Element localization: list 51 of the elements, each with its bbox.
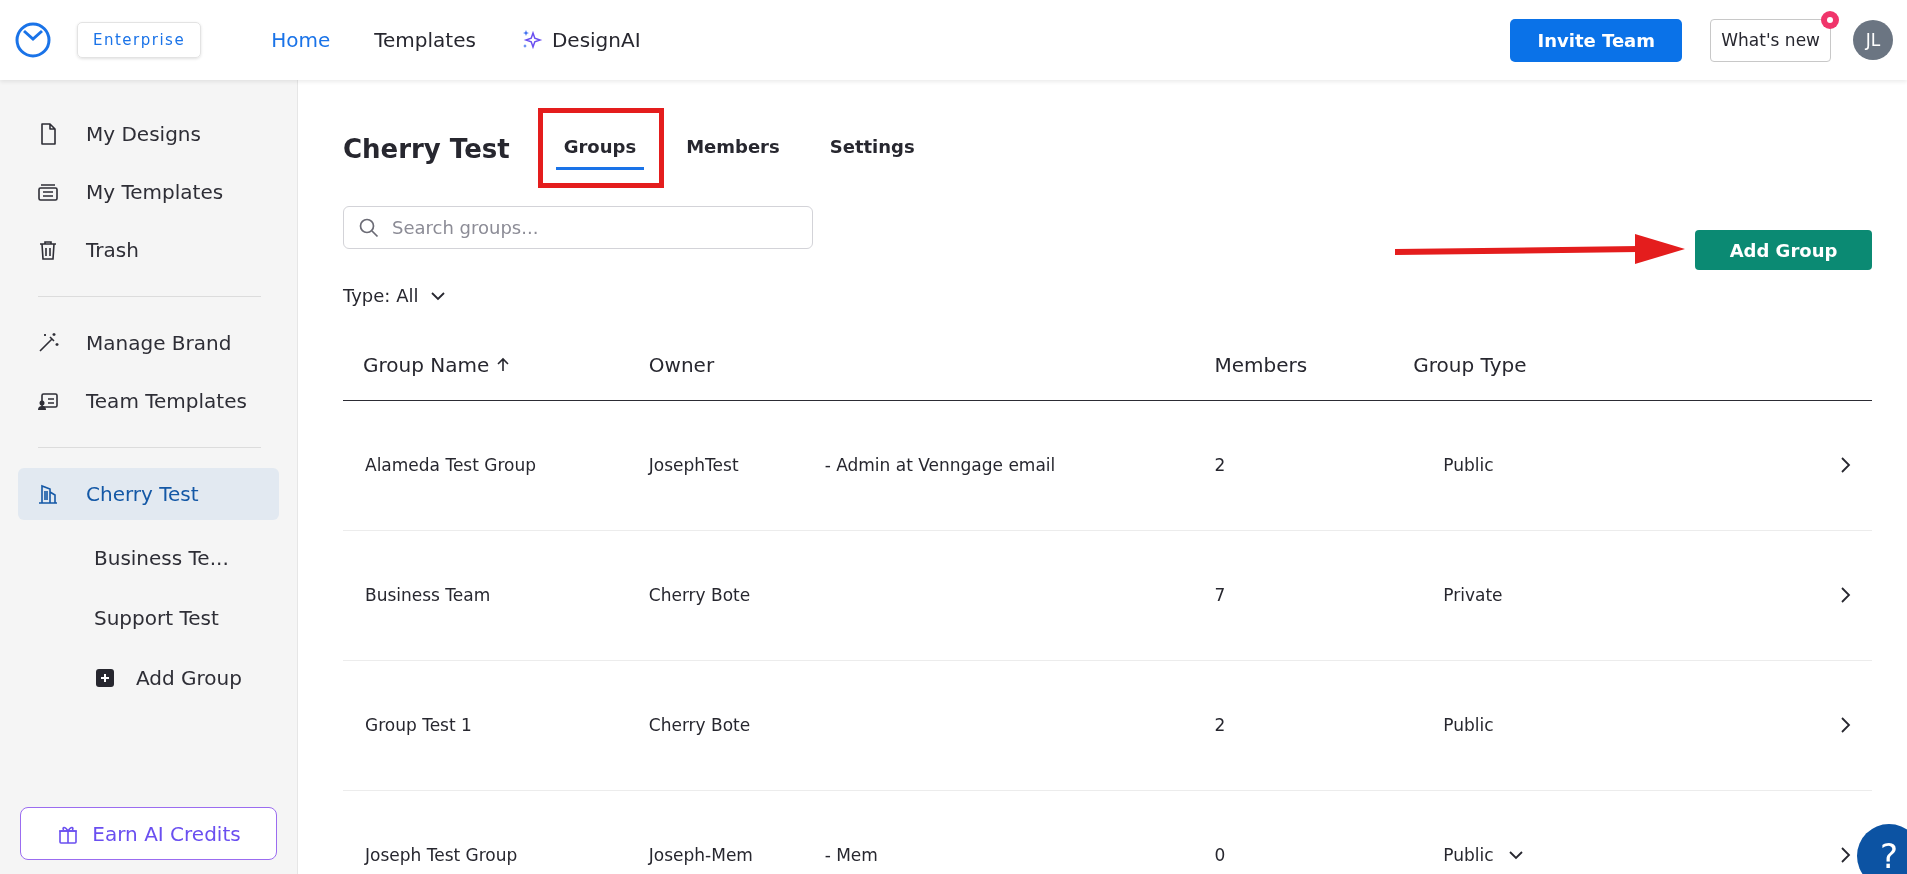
group-type: Public bbox=[1443, 715, 1494, 735]
sidebar-subitem[interactable]: Business Te... bbox=[18, 532, 279, 584]
column-header[interactable]: Members bbox=[1214, 352, 1308, 377]
column-header[interactable]: Owner bbox=[648, 352, 715, 377]
sidebar-item[interactable]: My Templates bbox=[18, 166, 279, 218]
member-count: 2 bbox=[1214, 715, 1226, 735]
member-count: 7 bbox=[1214, 585, 1226, 605]
owner-name: JosephTest bbox=[648, 455, 739, 475]
owner-name: Cherry Bote bbox=[648, 585, 751, 605]
nav-link[interactable]: Templates bbox=[374, 28, 476, 52]
group-type: Private bbox=[1443, 585, 1503, 605]
group-name: Business Team bbox=[365, 585, 491, 605]
building-icon bbox=[36, 482, 60, 506]
column-header[interactable]: Group Type bbox=[1413, 352, 1527, 377]
help-button[interactable]: ? bbox=[1857, 824, 1907, 874]
whats-new-button[interactable]: What's new bbox=[1710, 18, 1831, 62]
search-icon bbox=[357, 216, 381, 240]
member-count: 0 bbox=[1214, 845, 1226, 865]
logo-icon[interactable] bbox=[15, 22, 51, 58]
sidebar-item[interactable]: My Designs bbox=[18, 108, 279, 160]
plan-badge: Enterprise bbox=[77, 22, 202, 58]
sidebar-item[interactable]: Cherry Test bbox=[18, 468, 279, 520]
add-group-button[interactable]: Add Group bbox=[1695, 230, 1872, 270]
earn-credits-button[interactable]: Earn AI Credits bbox=[20, 807, 277, 860]
plus-square-icon bbox=[96, 669, 114, 687]
member-count: 2 bbox=[1214, 455, 1226, 475]
add-group-link[interactable]: Add Group bbox=[18, 652, 279, 704]
owner-detail: - Mem bbox=[824, 845, 878, 865]
nav-link[interactable]: Home bbox=[271, 28, 331, 52]
owner-detail: - Admin at Venngage email bbox=[824, 455, 1056, 475]
page-title: Cherry Test bbox=[343, 134, 510, 164]
search-field[interactable]: Search groups... bbox=[343, 206, 813, 249]
tab[interactable]: Settings bbox=[821, 128, 923, 170]
tab[interactable]: Members bbox=[678, 128, 788, 170]
owner-name: Joseph-Mem bbox=[648, 845, 753, 865]
type-filter-dropdown[interactable]: Type: All bbox=[343, 285, 447, 306]
nav-link[interactable]: DesignAI bbox=[519, 28, 641, 52]
owner-name: Cherry Bote bbox=[648, 715, 751, 735]
group-name: Group Test 1 bbox=[365, 715, 472, 735]
tab[interactable]: Groups bbox=[555, 128, 645, 170]
user-avatar[interactable]: JL bbox=[1853, 20, 1893, 60]
invite-button[interactable]: Invite Team bbox=[1510, 18, 1683, 62]
sidebar-item[interactable]: Manage Brand bbox=[18, 317, 279, 369]
sidebar-item[interactable]: Trash bbox=[18, 224, 279, 276]
column-header[interactable]: Group Name bbox=[363, 352, 512, 377]
group-name: Joseph Test Group bbox=[365, 845, 518, 865]
sidebar-item[interactable]: Team Templates bbox=[18, 375, 279, 427]
sidebar-subitem[interactable]: Support Test bbox=[18, 592, 279, 644]
group-type: Public bbox=[1443, 455, 1494, 475]
group-type-dropdown[interactable]: Public bbox=[1443, 845, 1524, 865]
group-name: Alameda Test Group bbox=[365, 455, 537, 475]
